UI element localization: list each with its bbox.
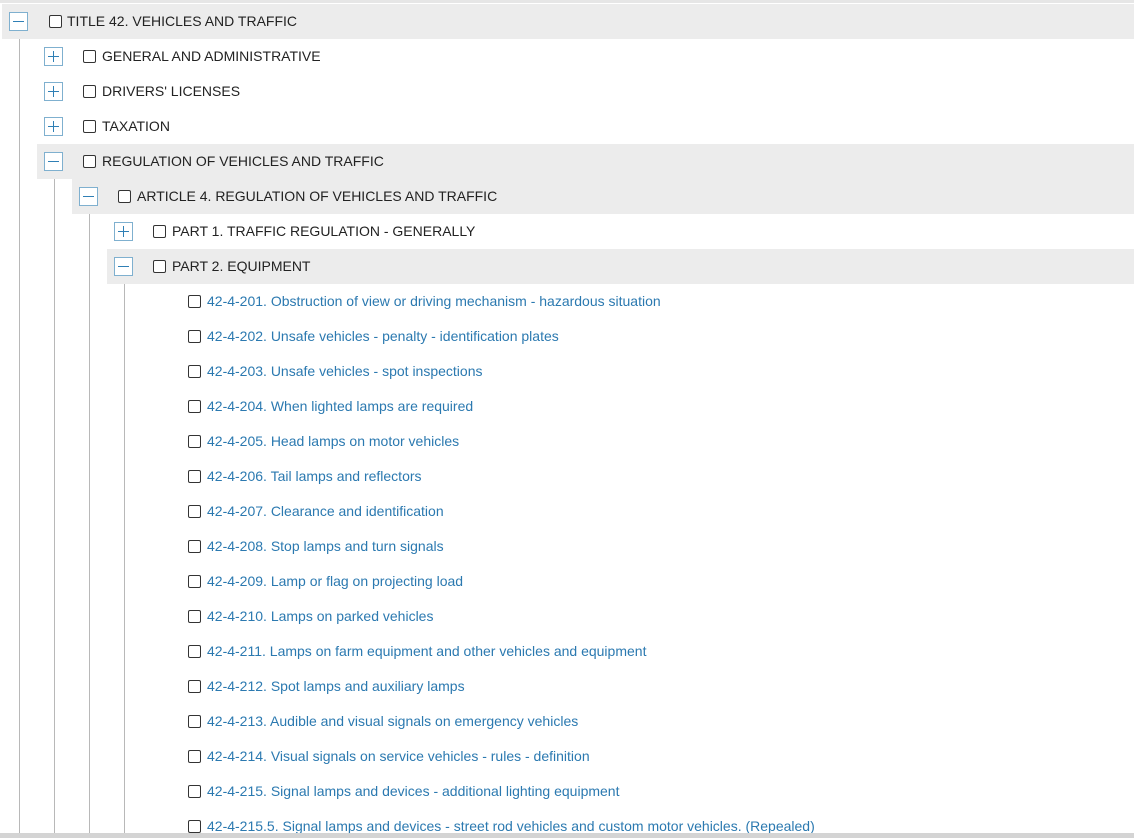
- tree-node-checkbox[interactable]: [118, 190, 131, 203]
- tree-node-part: PART 2. EQUIPMENT: [107, 249, 1134, 284]
- statute-item: 42-4-203. Unsafe vehicles - spot inspect…: [142, 354, 1134, 389]
- tree-connector-line: [89, 211, 90, 838]
- minus-icon[interactable]: [79, 187, 98, 206]
- tree-node-section: DRIVERS' LICENSES: [37, 74, 1134, 109]
- statute-checkbox[interactable]: [188, 820, 201, 833]
- statute-link[interactable]: 42-4-204. When lighted lamps are require…: [207, 389, 473, 424]
- statute-item: 42-4-209. Lamp or flag on projecting loa…: [142, 564, 1134, 599]
- statute-checkbox[interactable]: [188, 715, 201, 728]
- statute-checkbox[interactable]: [188, 470, 201, 483]
- statute-link[interactable]: 42-4-203. Unsafe vehicles - spot inspect…: [207, 354, 482, 389]
- horizontal-scrollbar[interactable]: [0, 833, 1134, 838]
- statute-link[interactable]: 42-4-210. Lamps on parked vehicles: [207, 599, 433, 634]
- statute-checkbox[interactable]: [188, 295, 201, 308]
- statute-link[interactable]: 42-4-207. Clearance and identification: [207, 494, 444, 529]
- statute-item: 42-4-207. Clearance and identification: [142, 494, 1134, 529]
- statute-checkbox[interactable]: [188, 505, 201, 518]
- statute-item: 42-4-205. Head lamps on motor vehicles: [142, 424, 1134, 459]
- statute-item: 42-4-214. Visual signals on service vehi…: [142, 739, 1134, 774]
- tree-node-part: PART 1. TRAFFIC REGULATION - GENERALLY: [107, 214, 1134, 249]
- statute-item: 42-4-213. Audible and visual signals on …: [142, 704, 1134, 739]
- tree-node-label[interactable]: TITLE 42. VEHICLES AND TRAFFIC: [67, 4, 297, 39]
- minus-icon[interactable]: [114, 257, 133, 276]
- statute-checkbox[interactable]: [188, 785, 201, 798]
- statute-checkbox[interactable]: [188, 365, 201, 378]
- tree-node-label[interactable]: DRIVERS' LICENSES: [102, 74, 240, 109]
- top-divider: [0, 0, 1134, 3]
- statute-link[interactable]: 42-4-205. Head lamps on motor vehicles: [207, 424, 459, 459]
- tree-node-article: ARTICLE 4. REGULATION OF VEHICLES AND TR…: [72, 179, 1134, 214]
- statute-checkbox[interactable]: [188, 680, 201, 693]
- statute-checkbox[interactable]: [188, 540, 201, 553]
- statute-checkbox[interactable]: [188, 400, 201, 413]
- statute-link[interactable]: 42-4-208. Stop lamps and turn signals: [207, 529, 444, 564]
- statute-item: 42-4-208. Stop lamps and turn signals: [142, 529, 1134, 564]
- statute-link[interactable]: 42-4-206. Tail lamps and reflectors: [207, 459, 422, 494]
- statute-link[interactable]: 42-4-212. Spot lamps and auxiliary lamps: [207, 669, 465, 704]
- tree-node-checkbox[interactable]: [153, 225, 166, 238]
- tree-node-title: TITLE 42. VEHICLES AND TRAFFIC: [2, 4, 1134, 39]
- tree-node-checkbox[interactable]: [83, 50, 96, 63]
- statute-item: 42-4-202. Unsafe vehicles - penalty - id…: [142, 319, 1134, 354]
- statute-link[interactable]: 42-4-202. Unsafe vehicles - penalty - id…: [207, 319, 559, 354]
- tree-node-section: REGULATION OF VEHICLES AND TRAFFIC: [37, 144, 1134, 179]
- minus-icon[interactable]: [9, 12, 28, 31]
- tree-connector-line: [19, 36, 20, 838]
- statute-item: 42-4-211. Lamps on farm equipment and ot…: [142, 634, 1134, 669]
- tree-node-section: TAXATION: [37, 109, 1134, 144]
- statute-item: 42-4-215. Signal lamps and devices - add…: [142, 774, 1134, 809]
- statute-item: 42-4-212. Spot lamps and auxiliary lamps: [142, 669, 1134, 704]
- tree-node-label[interactable]: GENERAL AND ADMINISTRATIVE: [102, 39, 321, 74]
- tree-node-label[interactable]: ARTICLE 4. REGULATION OF VEHICLES AND TR…: [137, 179, 497, 214]
- tree-connector-line: [124, 281, 125, 838]
- statute-item: 42-4-206. Tail lamps and reflectors: [142, 459, 1134, 494]
- statute-item: 42-4-201. Obstruction of view or driving…: [142, 284, 1134, 319]
- tree-node-label[interactable]: PART 1. TRAFFIC REGULATION - GENERALLY: [172, 214, 475, 249]
- tree-node-label[interactable]: TAXATION: [102, 109, 170, 144]
- plus-icon[interactable]: [114, 222, 133, 241]
- statute-link[interactable]: 42-4-201. Obstruction of view or driving…: [207, 284, 661, 319]
- statute-link[interactable]: 42-4-209. Lamp or flag on projecting loa…: [207, 564, 463, 599]
- statute-checkbox[interactable]: [188, 575, 201, 588]
- plus-icon[interactable]: [44, 47, 63, 66]
- statute-link[interactable]: 42-4-214. Visual signals on service vehi…: [207, 739, 590, 774]
- statute-item: 42-4-204. When lighted lamps are require…: [142, 389, 1134, 424]
- statute-checkbox[interactable]: [188, 610, 201, 623]
- tree-node-label[interactable]: REGULATION OF VEHICLES AND TRAFFIC: [102, 144, 384, 179]
- statute-checkbox[interactable]: [188, 330, 201, 343]
- tree-connector-line: [54, 176, 55, 838]
- statute-checkbox[interactable]: [188, 435, 201, 448]
- statute-tree: TITLE 42. VEHICLES AND TRAFFIC GENERAL A…: [0, 0, 1134, 838]
- plus-icon[interactable]: [44, 117, 63, 136]
- statute-checkbox[interactable]: [188, 750, 201, 763]
- statute-link[interactable]: 42-4-215. Signal lamps and devices - add…: [207, 774, 619, 809]
- tree-node-checkbox[interactable]: [153, 260, 166, 273]
- tree-node-checkbox[interactable]: [83, 85, 96, 98]
- tree-node-checkbox[interactable]: [83, 155, 96, 168]
- tree-node-section: GENERAL AND ADMINISTRATIVE: [37, 39, 1134, 74]
- statute-link[interactable]: 42-4-211. Lamps on farm equipment and ot…: [207, 634, 646, 669]
- tree-node-checkbox[interactable]: [49, 15, 62, 28]
- minus-icon[interactable]: [44, 152, 63, 171]
- tree-node-label[interactable]: PART 2. EQUIPMENT: [172, 249, 310, 284]
- tree-node-checkbox[interactable]: [83, 120, 96, 133]
- statute-item: 42-4-210. Lamps on parked vehicles: [142, 599, 1134, 634]
- plus-icon[interactable]: [44, 82, 63, 101]
- statute-link[interactable]: 42-4-213. Audible and visual signals on …: [207, 704, 578, 739]
- statute-checkbox[interactable]: [188, 645, 201, 658]
